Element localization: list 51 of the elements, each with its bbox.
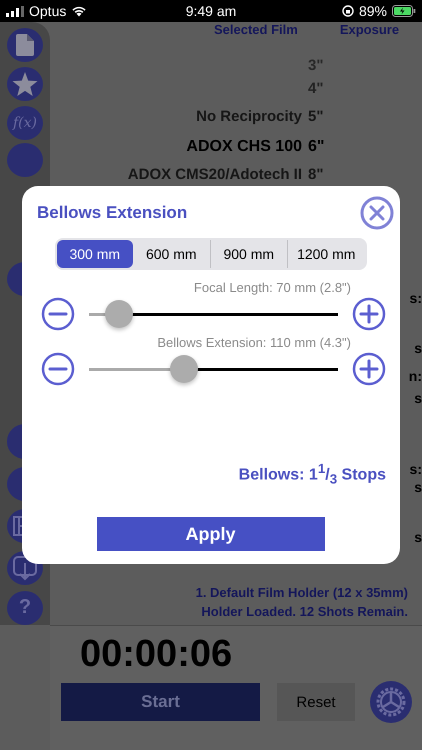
segment-tab[interactable]: 900 mm (210, 240, 287, 268)
sidebar-button[interactable]: ? (7, 590, 43, 625)
clock-time: 9:49 am (186, 3, 236, 19)
exposure-value[interactable]: 8" (308, 166, 324, 182)
apply-button[interactable]: Apply (96, 517, 324, 551)
slider-thumb[interactable] (170, 354, 198, 382)
plus-icon[interactable] (352, 297, 386, 331)
segment-tab[interactable]: 300 mm (56, 240, 133, 268)
slider-thumb[interactable] (104, 300, 133, 328)
reset-button[interactable]: Reset (277, 683, 355, 721)
wifi-icon (71, 5, 88, 17)
minus-icon[interactable] (41, 297, 75, 331)
partial-label: s (414, 529, 422, 545)
signal-icon (6, 6, 24, 16)
film-holder-name: 1. Default Film Holder (12 x 35mm) (196, 585, 408, 600)
column-header: Selected Film (214, 22, 298, 38)
settings-icon[interactable] (369, 680, 413, 724)
slider-label: Bellows Extension: 110 mm (4.3") (157, 335, 351, 350)
battery-percent: 89% (358, 3, 387, 19)
partial-label: s (414, 479, 422, 495)
partial-label: s: (410, 290, 422, 306)
partial-label: s (414, 390, 422, 406)
slider-label: Focal Length: 70 mm (2.8") (194, 280, 351, 295)
film-name[interactable]: No Reciprocity (50, 108, 302, 124)
battery-icon (392, 5, 416, 17)
column-header: Exposure (340, 22, 400, 38)
bellows-result: Bellows: 1$^{1}$/$_{3}$ Stops (238, 461, 386, 487)
close-icon[interactable] (360, 196, 394, 230)
icon-label: f(x) (12, 115, 37, 132)
carrier-name: Optus (29, 3, 66, 19)
star-icon (12, 72, 38, 97)
timer-display: 00:00:06 (80, 633, 234, 676)
icon-label: ? (18, 596, 32, 620)
plus-icon[interactable] (352, 352, 386, 386)
segment-tab[interactable]: 600 mm (133, 240, 210, 268)
partial-label: s (414, 340, 422, 356)
partial-label: n: (408, 368, 422, 384)
holder-status: Holder Loaded. 12 Shots Remain. (201, 604, 408, 619)
exposure-value[interactable]: 5" (308, 108, 324, 124)
minus-icon[interactable] (41, 352, 75, 386)
start-button[interactable]: Start (61, 683, 260, 721)
exposure-value[interactable]: 4" (308, 80, 324, 96)
sidebar-button[interactable]: f(x) (7, 106, 43, 140)
exposure-value[interactable]: 6" (308, 138, 324, 156)
film-name[interactable]: ADOX CMS20/Adotech II (50, 166, 302, 182)
film-name[interactable]: ADOX CHS 100 (50, 138, 302, 156)
partial-label: s: (410, 461, 422, 477)
rotation-lock-icon (342, 5, 354, 17)
document-icon (16, 34, 34, 56)
segment-tab[interactable]: 1200 mm (287, 240, 364, 268)
dialog-title: Bellows Extension (37, 203, 188, 223)
